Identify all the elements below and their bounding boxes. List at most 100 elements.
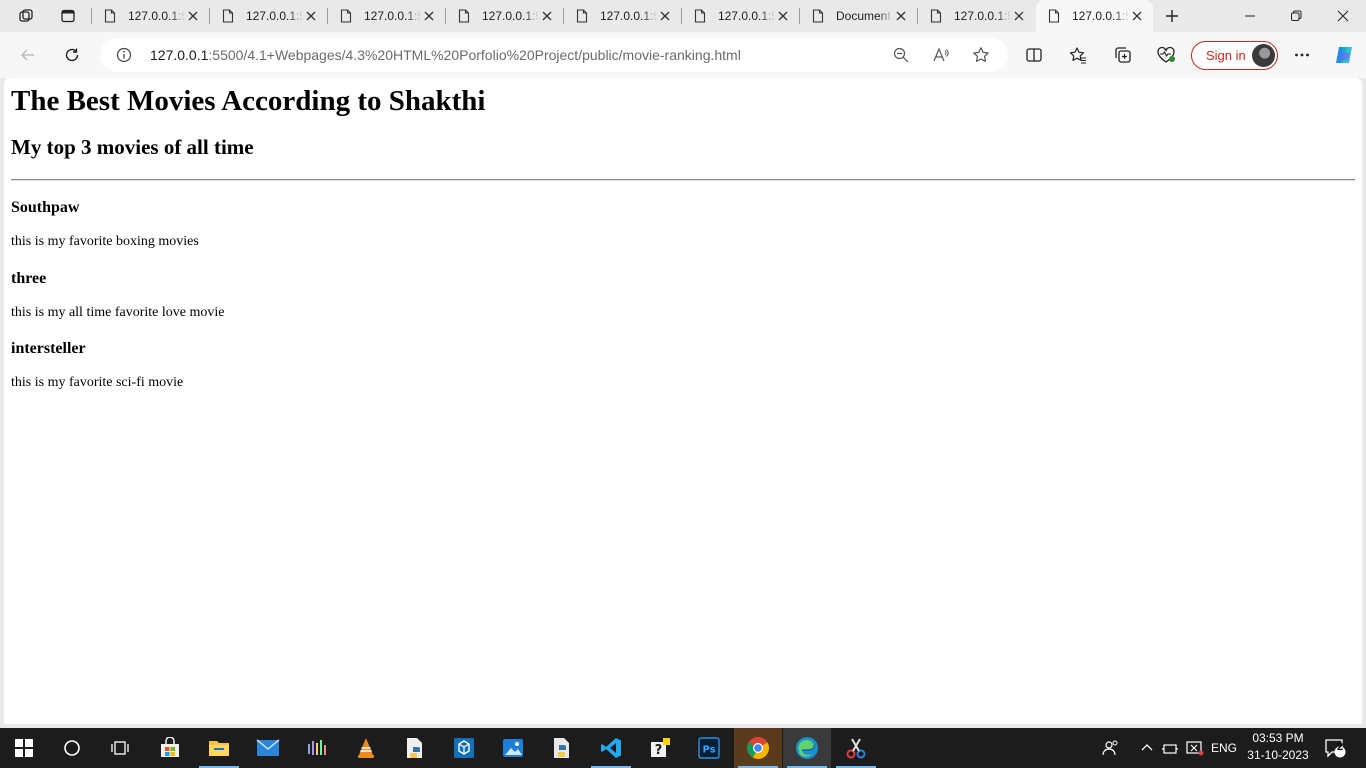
tab-title: 127.0.0.1:5500/4.1+Webpages (128, 9, 185, 23)
page-icon (338, 8, 354, 24)
tab-title: 127.0.0.1:5500/4.1+Webpages (600, 9, 657, 23)
browser-tab[interactable]: 127.0.0.1:5500/4.1+Webpages (564, 0, 681, 32)
page-viewport: The Best Movies According to Shakthi My … (4, 78, 1362, 724)
page-icon (574, 8, 590, 24)
browser-tab[interactable]: Document (800, 0, 917, 32)
windows-taskbar: ? Ps ENG 03:53 PM 31-10-2023 2 (0, 728, 1366, 768)
movie-entry: three this is my all time favorite love … (11, 270, 224, 321)
language-indicator[interactable]: ENG (1209, 728, 1239, 768)
svg-text:?: ? (655, 743, 663, 758)
refresh-button[interactable] (56, 39, 88, 71)
url-path: :5500/4.1+Webpages/4.3%20HTML%20Porfolio… (208, 47, 741, 63)
mail-icon[interactable] (244, 728, 292, 768)
minimize-button[interactable] (1227, 0, 1273, 32)
tab-title: 127.0.0.1:5500/4.1+Webpages (482, 9, 539, 23)
close-tab-icon[interactable] (1011, 8, 1027, 24)
url-host: 127.0.0.1 (150, 47, 209, 63)
movie-entry: intersteller this is my favorite sci-fi … (11, 340, 183, 391)
help-icon[interactable]: ? (636, 728, 684, 768)
vlc-icon[interactable] (342, 728, 390, 768)
workspaces-icon[interactable] (4, 0, 48, 32)
settings-more-icon[interactable] (1286, 39, 1318, 71)
sign-in-button[interactable]: Sign in (1191, 41, 1278, 70)
tab-title: Document (836, 9, 891, 23)
close-tab-icon[interactable] (775, 8, 791, 24)
new-tab-button[interactable] (1150, 0, 1194, 32)
page-icon (692, 8, 708, 24)
copilot-icon[interactable] (1328, 39, 1360, 71)
clock-date: 31-10-2023 (1247, 748, 1309, 762)
address-bar[interactable]: 127.0.0.1:5500/4.1+Webpages/4.3%20HTML%2… (100, 38, 1008, 72)
clock[interactable]: 03:53 PM 31-10-2023 (1240, 730, 1316, 766)
notifications-icon[interactable]: 2 (1320, 728, 1350, 768)
page-icon (810, 8, 826, 24)
page-icon (456, 8, 472, 24)
movie-description: this is my favorite boxing movies (11, 234, 199, 249)
close-tab-icon[interactable] (1129, 8, 1145, 24)
site-info-icon[interactable] (116, 47, 132, 67)
chrome-icon[interactable] (734, 728, 782, 768)
browser-toolbar: 127.0.0.1:5500/4.1+Webpages/4.3%20HTML%2… (0, 32, 1366, 78)
tab-strip: 127.0.0.1:5500/4.1+Webpages 127.0.0.1:550… (0, 0, 1366, 32)
vscode-icon[interactable] (587, 728, 635, 768)
task-view-icon[interactable] (96, 728, 144, 768)
snipping-tool-icon[interactable] (832, 728, 880, 768)
zoom-out-icon[interactable] (892, 46, 910, 68)
page-title: The Best Movies According to Shakthi (11, 85, 486, 117)
collections-icon[interactable] (1107, 39, 1139, 71)
tab-title: 127.0.0.1:5500/4.1+Webpages (1072, 9, 1129, 23)
page-subtitle: My top 3 movies of all time (11, 135, 254, 159)
microsoft-store-icon[interactable] (146, 728, 194, 768)
start-icon[interactable] (0, 728, 48, 768)
browser-tab[interactable]: 127.0.0.1:5500/4.1+Webpages (92, 0, 209, 32)
restore-button[interactable] (1273, 0, 1319, 32)
page-icon (928, 8, 944, 24)
search-icon[interactable] (48, 728, 96, 768)
volume-muted-icon[interactable] (1183, 728, 1207, 768)
close-tab-icon[interactable] (185, 8, 201, 24)
favorite-star-icon[interactable] (972, 46, 990, 68)
profile-avatar (1252, 44, 1275, 67)
tab-title: 127.0.0.1:5500/4.1+Webpages (718, 9, 775, 23)
movie-title: three (11, 270, 47, 287)
browser-tab[interactable]: 127.0.0.1:5500/4.1+Webpages (446, 0, 563, 32)
audio-app-icon[interactable] (293, 728, 341, 768)
browser-tab[interactable]: 127.0.0.1:5500/4.1+Webpages (328, 0, 445, 32)
close-window-button[interactable] (1320, 0, 1366, 32)
chevron-up-icon[interactable] (1136, 728, 1158, 768)
movie-title: Southpaw (11, 199, 80, 216)
close-tab-icon[interactable] (657, 8, 673, 24)
tab-title: 127.0.0.1:5500/4.1+Webpages (954, 9, 1011, 23)
split-screen-icon[interactable] (1018, 39, 1050, 71)
favorites-icon[interactable] (1062, 39, 1094, 71)
browser-tab[interactable]: 127.0.0.1:5500/4.1+Webpages (682, 0, 799, 32)
browser-tab[interactable]: 127.0.0.1:5500/4.1+Webpages (918, 0, 1035, 32)
people-icon[interactable] (1098, 728, 1124, 768)
browser-tab[interactable]: 127.0.0.1:5500/4.1+Webpages (1036, 0, 1153, 32)
close-tab-icon[interactable] (893, 8, 909, 24)
tab-actions-icon[interactable] (46, 0, 90, 32)
sketchup-icon[interactable] (440, 728, 488, 768)
read-aloud-icon[interactable] (932, 46, 950, 68)
url-text[interactable]: 127.0.0.1:5500/4.1+Webpages/4.3%20HTML%2… (150, 38, 741, 72)
photos-icon[interactable] (489, 728, 537, 768)
browser-essentials-icon[interactable] (1150, 39, 1182, 71)
close-tab-icon[interactable] (421, 8, 437, 24)
tab-title: 127.0.0.1:5500/4.1+Webpages (246, 9, 303, 23)
clock-time: 03:53 PM (1252, 731, 1304, 745)
network-icon[interactable] (1158, 728, 1182, 768)
python-icon[interactable] (538, 728, 586, 768)
svg-text:Ps: Ps (702, 745, 715, 756)
back-button[interactable] (12, 39, 44, 71)
sign-in-label: Sign in (1206, 48, 1246, 63)
python-file-icon[interactable] (391, 728, 439, 768)
file-explorer-icon[interactable] (195, 728, 243, 768)
browser-tab[interactable]: 127.0.0.1:5500/4.1+Webpages (210, 0, 327, 32)
photoshop-icon[interactable]: Ps (685, 728, 733, 768)
page-icon (1046, 8, 1062, 24)
movie-description: this is my all time favorite love movie (11, 305, 225, 320)
close-tab-icon[interactable] (303, 8, 319, 24)
page-icon (220, 8, 236, 24)
edge-icon[interactable] (783, 728, 831, 768)
close-tab-icon[interactable] (539, 8, 555, 24)
